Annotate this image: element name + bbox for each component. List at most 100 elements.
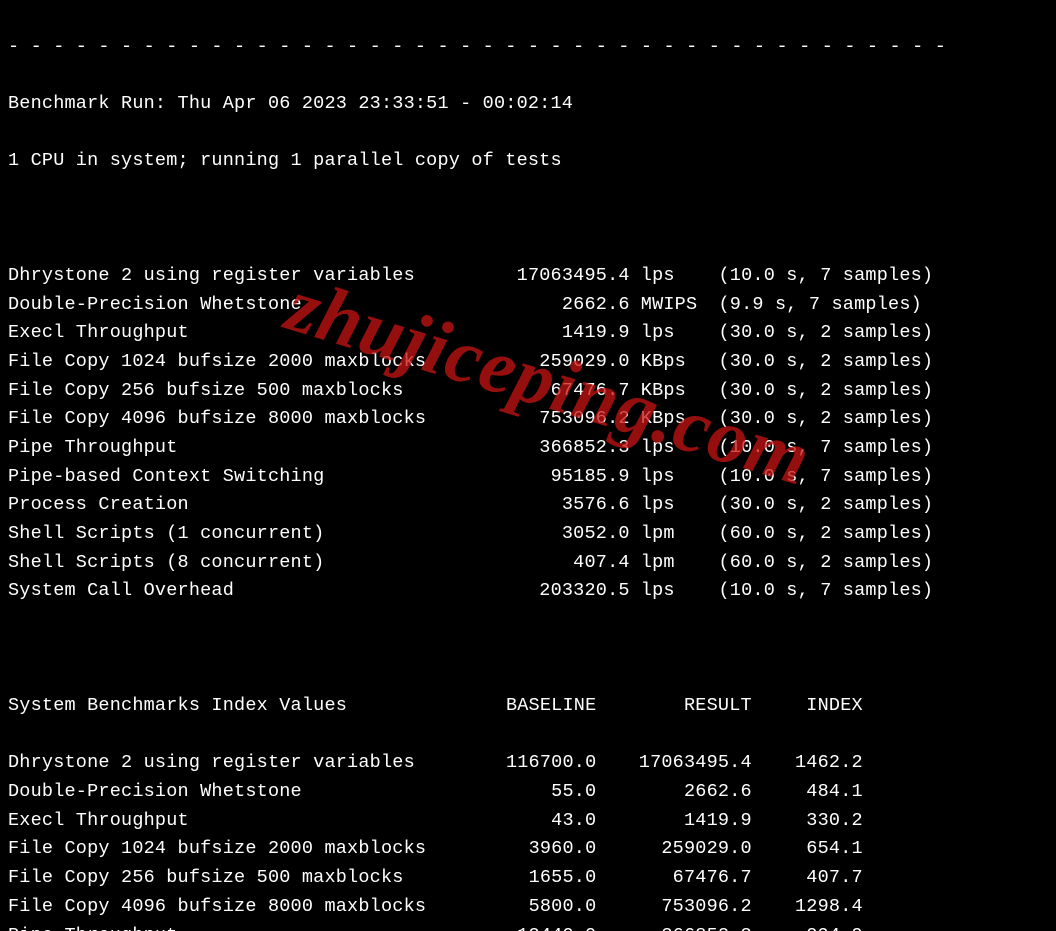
test-row: File Copy 1024 bufsize 2000 maxblocks259… [8,348,1048,377]
col-result: RESULT [596,692,751,721]
test-timing: (60.0 s, 2 samples) [707,520,933,549]
index-row: Double-Precision Whetstone55.02662.6484.… [8,778,1048,807]
test-name: Shell Scripts (8 concurrent) [8,549,474,578]
test-value: 17063495.4 [474,262,629,291]
test-name: System Call Overhead [8,577,474,606]
test-timing: (10.0 s, 7 samples) [707,262,933,291]
index-index: 1462.2 [752,749,863,778]
index-index: 330.2 [752,807,863,836]
test-row: Shell Scripts (1 concurrent)3052.0lpm(60… [8,520,1048,549]
run-header: Benchmark Run: Thu Apr 06 2023 23:33:51 … [8,90,1048,119]
test-unit: MWIPS [630,291,708,320]
test-unit: KBps [630,348,708,377]
test-value: 259029.0 [474,348,629,377]
test-timing: (9.9 s, 7 samples) [707,291,922,320]
test-row: Double-Precision Whetstone2662.6MWIPS(9.… [8,291,1048,320]
index-index: 407.7 [752,864,863,893]
test-unit: KBps [630,377,708,406]
test-name: Dhrystone 2 using register variables [8,262,474,291]
test-row: System Call Overhead203320.5lps(10.0 s, … [8,577,1048,606]
test-row: File Copy 4096 bufsize 8000 maxblocks753… [8,405,1048,434]
test-timing: (60.0 s, 2 samples) [707,549,933,578]
index-row: Pipe Throughput12440.0366852.3294.9 [8,922,1048,931]
col-index: INDEX [752,692,863,721]
test-name: Pipe-based Context Switching [8,463,474,492]
index-index: 1298.4 [752,893,863,922]
test-value: 3576.6 [474,491,629,520]
test-timing: (30.0 s, 2 samples) [707,319,933,348]
index-name: Pipe Throughput [8,922,474,931]
test-unit: lps [630,262,708,291]
divider-line: - - - - - - - - - - - - - - - - - - - - … [8,33,1048,62]
test-row: Pipe-based Context Switching95185.9lps(1… [8,463,1048,492]
test-timing: (30.0 s, 2 samples) [707,377,933,406]
test-value: 407.4 [474,549,629,578]
test-timing: (30.0 s, 2 samples) [707,348,933,377]
index-title: System Benchmarks Index Values [8,692,474,721]
test-name: Pipe Throughput [8,434,474,463]
test-name: Double-Precision Whetstone [8,291,474,320]
index-baseline: 3960.0 [474,835,596,864]
test-value: 753096.2 [474,405,629,434]
index-name: Dhrystone 2 using register variables [8,749,474,778]
index-result: 259029.0 [596,835,751,864]
index-result: 17063495.4 [596,749,751,778]
index-row: File Copy 1024 bufsize 2000 maxblocks396… [8,835,1048,864]
test-row: Execl Throughput1419.9lps(30.0 s, 2 samp… [8,319,1048,348]
index-baseline: 1655.0 [474,864,596,893]
test-row: Shell Scripts (8 concurrent)407.4lpm(60.… [8,549,1048,578]
test-unit: lpm [630,549,708,578]
index-index: 484.1 [752,778,863,807]
index-baseline: 12440.0 [474,922,596,931]
index-name: Double-Precision Whetstone [8,778,474,807]
index-row: File Copy 4096 bufsize 8000 maxblocks580… [8,893,1048,922]
test-value: 67476.7 [474,377,629,406]
test-name: File Copy 4096 bufsize 8000 maxblocks [8,405,474,434]
index-result: 753096.2 [596,893,751,922]
test-unit: lps [630,434,708,463]
test-value: 2662.6 [474,291,629,320]
index-row: Execl Throughput43.01419.9330.2 [8,807,1048,836]
test-unit: lps [630,463,708,492]
test-row: Process Creation3576.6lps(30.0 s, 2 samp… [8,491,1048,520]
test-unit: lpm [630,520,708,549]
test-row: Pipe Throughput366852.3lps(10.0 s, 7 sam… [8,434,1048,463]
test-value: 95185.9 [474,463,629,492]
index-name: Execl Throughput [8,807,474,836]
test-name: Shell Scripts (1 concurrent) [8,520,474,549]
test-row: Dhrystone 2 using register variables1706… [8,262,1048,291]
index-result: 366852.3 [596,922,751,931]
test-row: File Copy 256 bufsize 500 maxblocks67476… [8,377,1048,406]
index-result: 1419.9 [596,807,751,836]
index-baseline: 5800.0 [474,893,596,922]
test-timing: (10.0 s, 7 samples) [707,577,933,606]
index-baseline: 116700.0 [474,749,596,778]
index-baseline: 43.0 [474,807,596,836]
test-value: 203320.5 [474,577,629,606]
test-unit: KBps [630,405,708,434]
test-name: Process Creation [8,491,474,520]
terminal-output: - - - - - - - - - - - - - - - - - - - - … [0,0,1056,931]
test-value: 3052.0 [474,520,629,549]
cpu-header: 1 CPU in system; running 1 parallel copy… [8,147,1048,176]
test-value: 366852.3 [474,434,629,463]
index-name: File Copy 1024 bufsize 2000 maxblocks [8,835,474,864]
test-value: 1419.9 [474,319,629,348]
index-name: File Copy 4096 bufsize 8000 maxblocks [8,893,474,922]
index-header-row: System Benchmarks Index ValuesBASELINERE… [8,692,1048,721]
test-name: File Copy 256 bufsize 500 maxblocks [8,377,474,406]
test-unit: lps [630,491,708,520]
test-timing: (10.0 s, 7 samples) [707,463,933,492]
test-timing: (30.0 s, 2 samples) [707,405,933,434]
index-name: File Copy 256 bufsize 500 maxblocks [8,864,474,893]
index-index: 654.1 [752,835,863,864]
col-baseline: BASELINE [474,692,596,721]
test-name: Execl Throughput [8,319,474,348]
index-result: 2662.6 [596,778,751,807]
index-result: 67476.7 [596,864,751,893]
test-name: File Copy 1024 bufsize 2000 maxblocks [8,348,474,377]
index-row: Dhrystone 2 using register variables1167… [8,749,1048,778]
test-unit: lps [630,319,708,348]
test-unit: lps [630,577,708,606]
index-row: File Copy 256 bufsize 500 maxblocks1655.… [8,864,1048,893]
